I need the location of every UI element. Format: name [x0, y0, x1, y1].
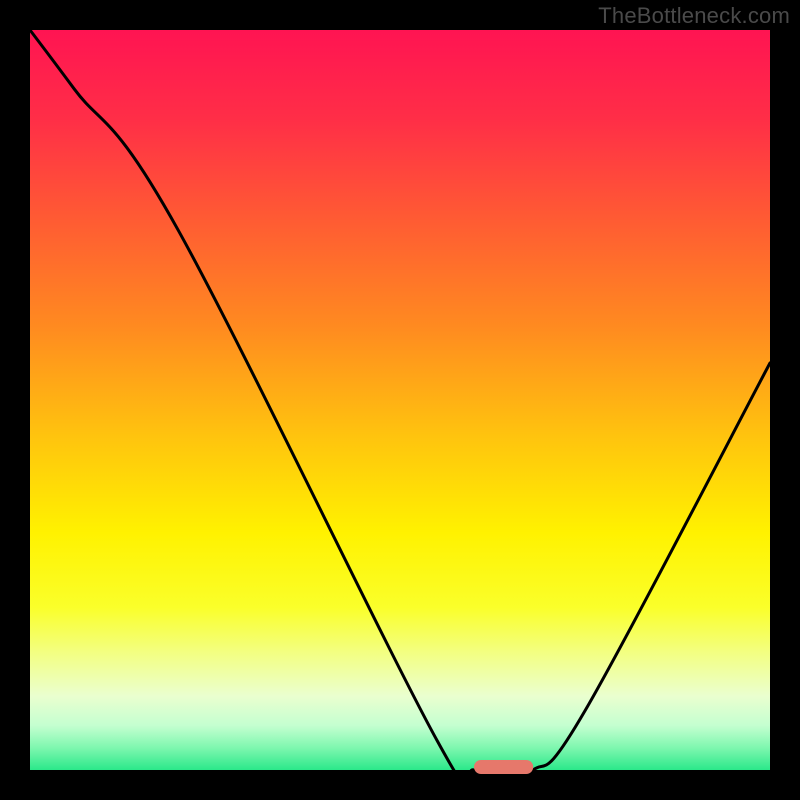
watermark-text: TheBottleneck.com: [598, 3, 790, 29]
chart-container: TheBottleneck.com: [0, 0, 800, 800]
optimal-range-marker: [474, 760, 533, 774]
bottleneck-chart: [0, 0, 800, 800]
plot-background: [30, 30, 770, 770]
